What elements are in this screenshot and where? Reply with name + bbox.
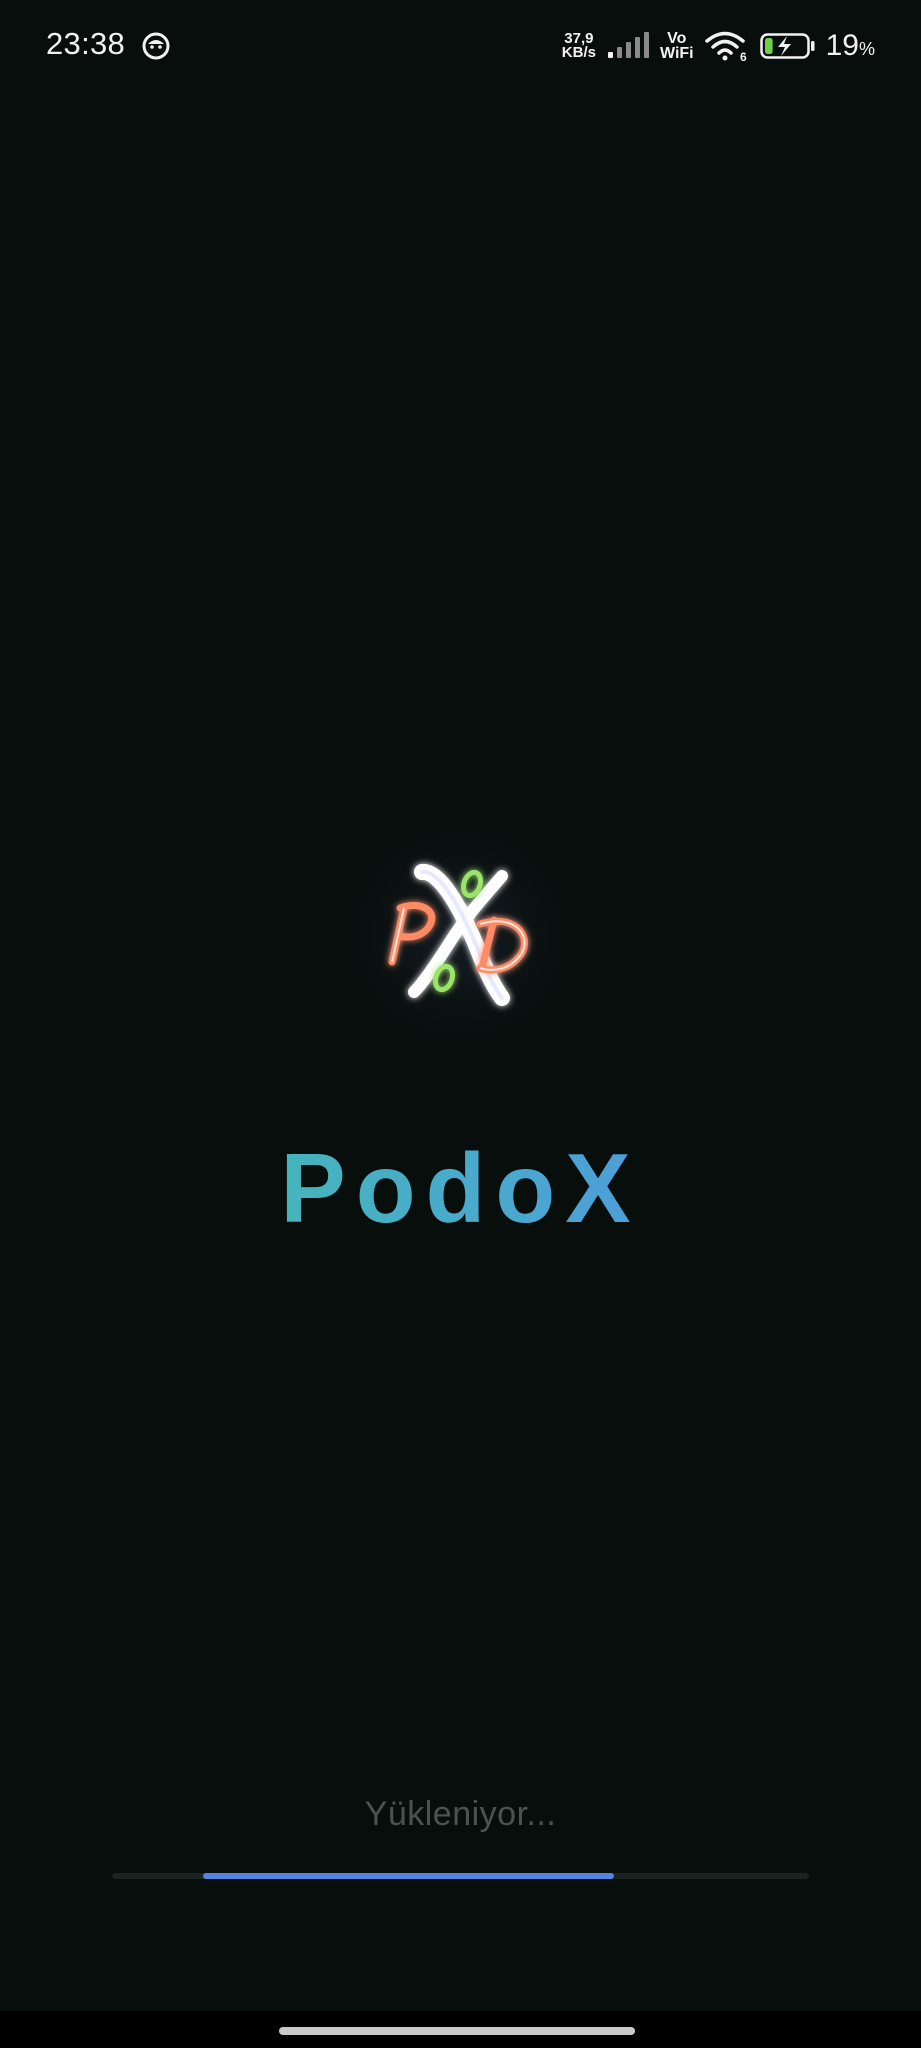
podox-logo-icon: [388, 864, 528, 1006]
status-icons: 37,9 KB/s Vo WiFi 6 19%: [562, 28, 875, 64]
wifi-badge: 6: [740, 50, 747, 62]
network-speed: 37,9 KB/s: [561, 31, 596, 61]
signal-icon: [607, 32, 649, 58]
battery-percent-sign: %: [858, 39, 875, 59]
vowifi-indicator: Vo WiFi: [659, 30, 694, 62]
status-time: 23:38: [46, 26, 126, 61]
app-logo: [340, 820, 580, 1050]
net-speed-unit: KB/s: [561, 44, 596, 61]
home-indicator[interactable]: [279, 2027, 635, 2035]
battery-charging-icon: [759, 33, 815, 59]
loading-progress-fill: [202, 1873, 614, 1879]
volte-bottom: WiFi: [659, 45, 694, 62]
smiley-icon: [142, 32, 170, 60]
app-title: PodoX: [0, 1128, 921, 1248]
volte-top: Vo: [667, 30, 687, 47]
loading-text: Yükleniyor...: [364, 1795, 557, 1833]
navigation-bar: [0, 2011, 921, 2048]
wifi-icon: 6: [704, 31, 747, 62]
battery-level-fill: [764, 38, 773, 54]
loading-progress-track: [112, 1873, 809, 1879]
status-bar: 23:38 37,9 KB/s Vo WiFi 6 19%: [0, 0, 921, 92]
battery-percent-value: 19: [825, 29, 859, 62]
battery-percent: 19%: [826, 29, 875, 63]
